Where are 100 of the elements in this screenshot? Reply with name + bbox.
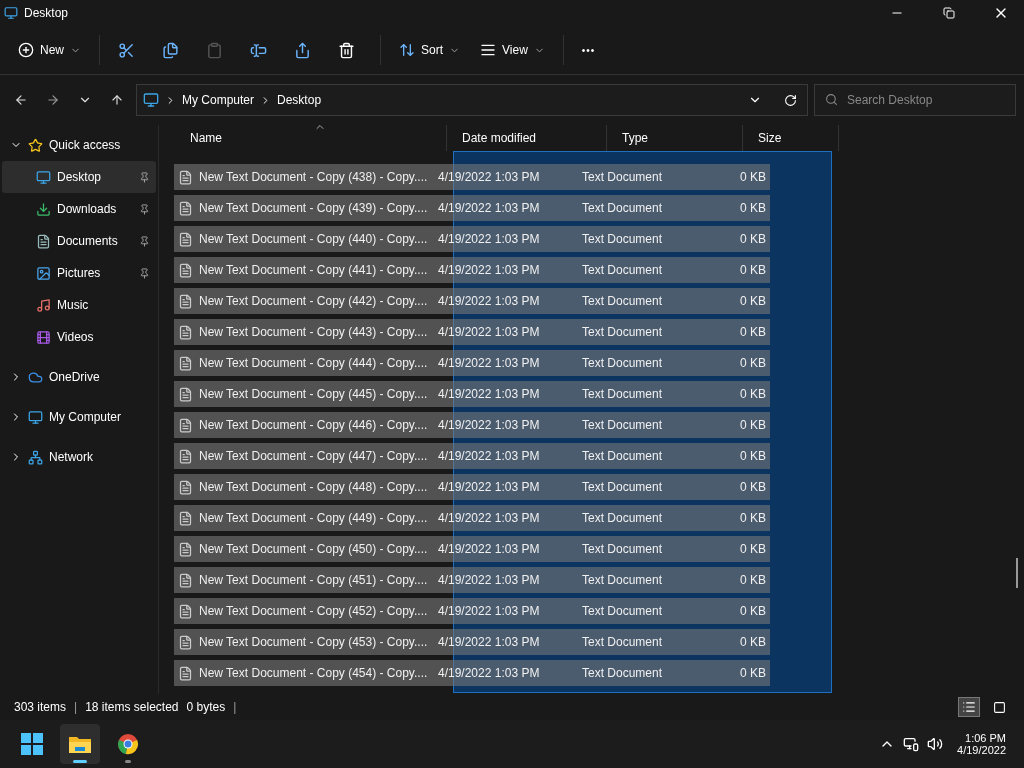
- file-type: Text Document: [582, 418, 664, 432]
- text-file-icon: [178, 200, 193, 216]
- text-file-icon: [178, 479, 193, 495]
- window-title: Desktop: [24, 6, 69, 20]
- column-header[interactable]: Name: [175, 125, 447, 151]
- file-type: Text Document: [582, 635, 664, 649]
- pin-icon: [139, 267, 150, 279]
- file-size: 0 KB: [739, 418, 766, 432]
- square-icon: [992, 700, 1006, 714]
- file-row[interactable]: New Text Document - Copy (453) - Copy.... 4/19/2022 1:03 PM Text Document 0 KB: [174, 629, 770, 655]
- text-file-icon: [178, 634, 193, 650]
- taskbar-clock[interactable]: 1:06 PM 4/19/2022: [951, 732, 1012, 756]
- file-type: Text Document: [582, 294, 664, 308]
- cloud-icon: [28, 369, 43, 385]
- more-button[interactable]: •••: [573, 33, 614, 67]
- toolbar-menu-button[interactable]: New: [10, 33, 89, 67]
- date-modified: 4/19/2022 1:03 PM: [437, 666, 541, 680]
- file-type: Text Document: [582, 449, 664, 463]
- file-type: Text Document: [582, 170, 664, 184]
- sidebar-item[interactable]: OneDrive: [2, 361, 156, 393]
- file-row[interactable]: New Text Document - Copy (446) - Copy.... 4/19/2022 1:03 PM Text Document 0 KB: [174, 412, 770, 438]
- file-size: 0 KB: [739, 263, 766, 277]
- file-row[interactable]: New Text Document - Copy (441) - Copy.... 4/19/2022 1:03 PM Text Document 0 KB: [174, 257, 770, 283]
- file-size: 0 KB: [739, 666, 766, 680]
- refresh-icon[interactable]: [784, 93, 797, 107]
- lines-icon: [480, 42, 497, 58]
- date-modified: 4/19/2022 1:03 PM: [437, 480, 541, 494]
- file-name: New Text Document - Copy (454) - Copy....: [199, 666, 429, 680]
- date-modified: 4/19/2022 1:03 PM: [437, 449, 541, 463]
- file-row[interactable]: New Text Document - Copy (444) - Copy.... 4/19/2022 1:03 PM Text Document 0 KB: [174, 350, 770, 376]
- app-indicator: [73, 760, 87, 763]
- sidebar-item[interactable]: Desktop: [2, 161, 156, 193]
- text-file-icon: [178, 665, 193, 681]
- toolbar-menu-button[interactable]: View: [472, 33, 553, 67]
- sidebar-item[interactable]: Network: [2, 441, 156, 473]
- sidebar-item[interactable]: Videos: [2, 321, 156, 353]
- share-icon: [294, 41, 311, 59]
- picture-icon: [36, 265, 51, 281]
- sidebar-item[interactable]: Music: [2, 289, 156, 321]
- download-icon: [36, 201, 51, 217]
- music-icon: [36, 297, 51, 313]
- star-icon: [28, 137, 43, 153]
- file-row[interactable]: New Text Document - Copy (448) - Copy.... 4/19/2022 1:03 PM Text Document 0 KB: [174, 474, 770, 500]
- address-bar[interactable]: My Computer Desktop: [136, 84, 808, 116]
- details-view-button[interactable]: [958, 697, 980, 717]
- date-modified: 4/19/2022 1:03 PM: [437, 201, 541, 215]
- file-row[interactable]: New Text Document - Copy (438) - Copy.... 4/19/2022 1:03 PM Text Document 0 KB: [174, 164, 770, 190]
- network-icon[interactable]: [903, 736, 920, 752]
- breadcrumb[interactable]: Desktop: [277, 93, 322, 107]
- sidebar-item[interactable]: My Computer: [2, 401, 156, 433]
- text-file-icon: [178, 386, 193, 402]
- text-file-icon: [178, 448, 193, 464]
- scrollbar-thumb[interactable]: [1016, 558, 1018, 588]
- column-header[interactable]: Date modified: [447, 125, 607, 151]
- file-row[interactable]: New Text Document - Copy (452) - Copy.... 4/19/2022 1:03 PM Text Document 0 KB: [174, 598, 770, 624]
- status-text: 303 items: [14, 700, 67, 714]
- taskbar-app-button[interactable]: [60, 724, 100, 764]
- file-row[interactable]: New Text Document - Copy (447) - Copy.... 4/19/2022 1:03 PM Text Document 0 KB: [174, 443, 770, 469]
- search-field[interactable]: Search Desktop: [814, 84, 1016, 116]
- trash-icon: [338, 41, 355, 59]
- sidebar-item[interactable]: Downloads: [2, 193, 156, 225]
- date-modified: 4/19/2022 1:03 PM: [437, 263, 541, 277]
- breadcrumb[interactable]: My Computer: [182, 93, 255, 107]
- sidebar-item[interactable]: Quick access: [2, 129, 156, 161]
- file-name: New Text Document - Copy (451) - Copy....: [199, 573, 429, 587]
- sort-arrows-icon: [399, 42, 415, 58]
- date-modified: 4/19/2022 1:03 PM: [437, 387, 541, 401]
- monitor-icon: [28, 409, 43, 425]
- column-header[interactable]: Type: [607, 125, 743, 151]
- file-name: New Text Document - Copy (448) - Copy....: [199, 480, 429, 494]
- file-type: Text Document: [582, 573, 664, 587]
- file-row[interactable]: New Text Document - Copy (440) - Copy.... 4/19/2022 1:03 PM Text Document 0 KB: [174, 226, 770, 252]
- desktop-icon: [36, 169, 51, 185]
- file-type: Text Document: [582, 666, 664, 680]
- date-modified: 4/19/2022 1:03 PM: [437, 418, 541, 432]
- browser-icon: [117, 733, 139, 755]
- file-name: New Text Document - Copy (452) - Copy....: [199, 604, 429, 618]
- file-row[interactable]: New Text Document - Copy (439) - Copy.... 4/19/2022 1:03 PM Text Document 0 KB: [174, 195, 770, 221]
- date-modified: 4/19/2022 1:03 PM: [437, 170, 541, 184]
- file-row[interactable]: New Text Document - Copy (442) - Copy.... 4/19/2022 1:03 PM Text Document 0 KB: [174, 288, 770, 314]
- file-name: New Text Document - Copy (438) - Copy....: [199, 170, 429, 184]
- date-modified: 4/19/2022 1:03 PM: [437, 294, 541, 308]
- file-row[interactable]: New Text Document - Copy (443) - Copy.... 4/19/2022 1:03 PM Text Document 0 KB: [174, 319, 770, 345]
- file-name: New Text Document - Copy (443) - Copy....: [199, 325, 429, 339]
- column-header[interactable]: Size: [743, 125, 839, 151]
- file-name: New Text Document - Copy (444) - Copy....: [199, 356, 429, 370]
- file-row[interactable]: New Text Document - Copy (451) - Copy.... 4/19/2022 1:03 PM Text Document 0 KB: [174, 567, 770, 593]
- file-size: 0 KB: [739, 325, 766, 339]
- desktop-icon: [4, 6, 18, 20]
- sidebar-item[interactable]: Pictures: [2, 257, 156, 289]
- sidebar-item[interactable]: Documents: [2, 225, 156, 257]
- file-row[interactable]: New Text Document - Copy (454) - Copy.... 4/19/2022 1:03 PM Text Document 0 KB: [174, 660, 770, 686]
- file-row[interactable]: New Text Document - Copy (450) - Copy.... 4/19/2022 1:03 PM Text Document 0 KB: [174, 536, 770, 562]
- folder-icon: [68, 734, 92, 754]
- volume-icon[interactable]: [927, 736, 944, 752]
- file-row[interactable]: New Text Document - Copy (449) - Copy.... 4/19/2022 1:03 PM Text Document 0 KB: [174, 505, 770, 531]
- file-row[interactable]: New Text Document - Copy (445) - Copy.... 4/19/2022 1:03 PM Text Document 0 KB: [174, 381, 770, 407]
- file-type: Text Document: [582, 201, 664, 215]
- toolbar-menu-button[interactable]: Sort: [391, 33, 469, 67]
- rename-icon: [250, 41, 267, 59]
